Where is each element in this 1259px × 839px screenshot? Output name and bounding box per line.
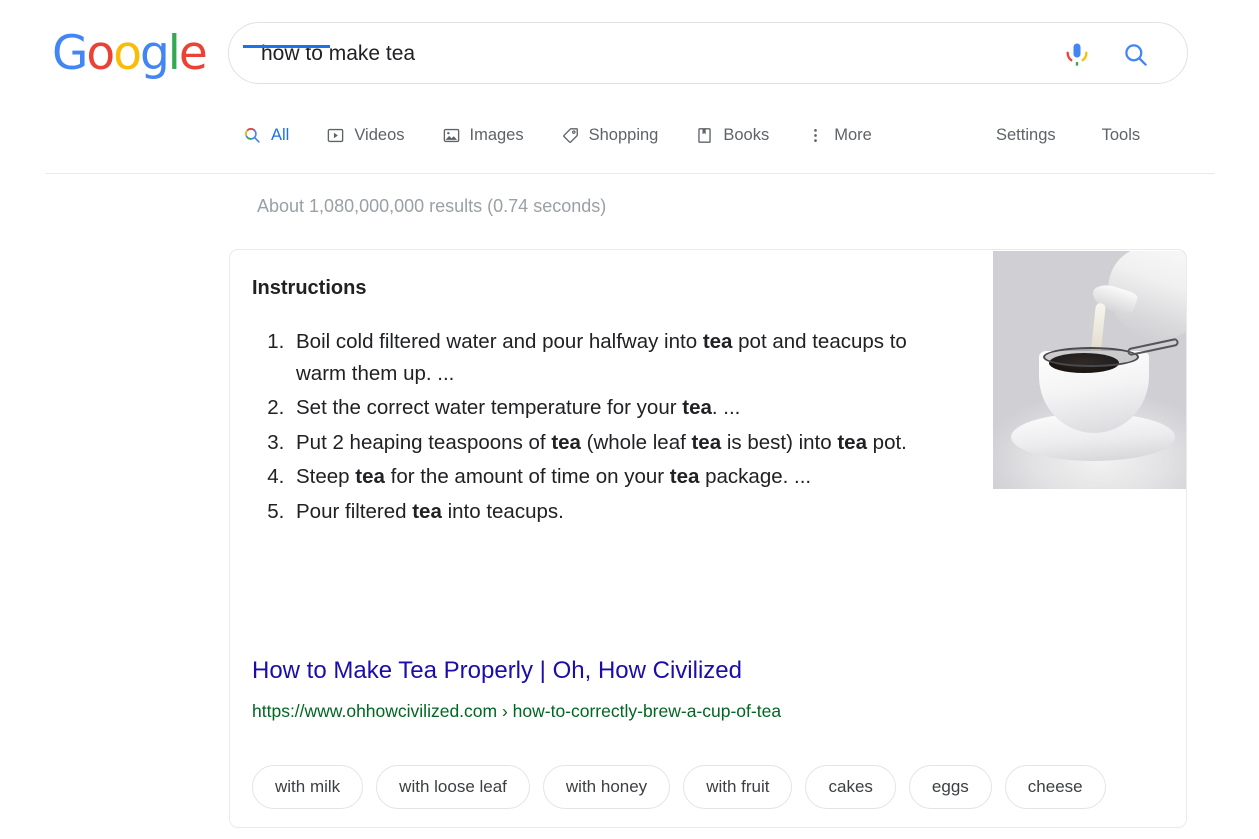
instruction-step: Boil cold filtered water and pour halfwa… xyxy=(290,326,952,389)
book-icon xyxy=(695,126,714,145)
logo-letter-1: o xyxy=(86,26,115,81)
instruction-step: Put 2 heaping teaspoons of tea (whole le… xyxy=(290,427,952,459)
nav-tab-images[interactable]: Images xyxy=(442,118,524,152)
refinement-chip[interactable]: cakes xyxy=(805,765,896,809)
search-box[interactable]: how to make tea xyxy=(228,22,1188,84)
step-text: for the amount of time on your xyxy=(384,465,670,488)
logo-letter-4: l xyxy=(167,26,181,81)
nav-tab-more[interactable]: More xyxy=(806,118,872,152)
result-link-url[interactable]: https://www.ohhowcivilized.com › how-to-… xyxy=(252,701,781,722)
instruction-step: Pour filtered tea into teacups. xyxy=(290,496,952,528)
nav-tab-all[interactable]: All xyxy=(243,118,289,152)
instruction-step: Set the correct water temperature for yo… xyxy=(290,392,952,424)
result-link-title[interactable]: How to Make Tea Properly | Oh, How Civil… xyxy=(252,657,742,685)
nav-tab-books[interactable]: Books xyxy=(695,118,769,152)
step-text: (whole leaf xyxy=(580,430,692,454)
highlighted-term: tea xyxy=(551,430,581,454)
refinement-chip[interactable]: with honey xyxy=(542,765,671,809)
instruction-step: Steep tea for the amount of time on your… xyxy=(290,461,952,493)
logo-letter-2: o xyxy=(113,26,142,81)
logo-letter-3: g xyxy=(139,26,170,81)
refinement-chips: with milk with loose leaf with honey with f… xyxy=(252,765,1106,809)
step-text: into teacups. xyxy=(441,499,564,523)
refinement-chip[interactable]: cheese xyxy=(1004,765,1106,809)
highlighted-term: tea xyxy=(355,465,385,488)
search-nav-bar: All Videos Images Shopping Books More Setting… xyxy=(0,118,1259,174)
nav-tab-label: Books xyxy=(723,125,770,144)
nav-settings-button[interactable]: Settings xyxy=(996,126,1056,145)
nav-tab-label: Videos xyxy=(354,125,405,144)
step-text: Put 2 heaping teaspoons of xyxy=(296,430,552,454)
page-header: Google how to make tea xyxy=(0,0,1259,110)
step-text: Pour filtered xyxy=(296,499,413,523)
image-icon xyxy=(442,126,461,145)
search-input[interactable]: how to make tea xyxy=(261,23,415,85)
nav-tools: Settings Tools xyxy=(996,118,1186,152)
nav-tab-label: Shopping xyxy=(588,125,659,144)
search-icon xyxy=(243,126,262,145)
step-text: package. ... xyxy=(699,465,812,488)
step-text: pot. xyxy=(866,430,907,454)
search-submit-icon[interactable] xyxy=(1122,41,1149,68)
nav-tabs: All Videos Images Shopping Books More xyxy=(243,118,909,164)
featured-snippet-card: Instructions Boil cold filtered water an… xyxy=(229,249,1187,828)
highlighted-term: tea xyxy=(669,465,700,488)
teapot-pouring-tea-into-teacup-photo xyxy=(993,251,1186,489)
refinement-chip[interactable]: with loose leaf xyxy=(376,765,530,809)
nav-tab-shopping[interactable]: Shopping xyxy=(561,118,659,152)
instruction-steps-list: Boil cold filtered water and pour halfwa… xyxy=(252,326,952,530)
microphone-icon[interactable] xyxy=(1063,40,1091,68)
highlighted-term: tea xyxy=(691,430,722,454)
highlighted-term: tea xyxy=(682,396,712,419)
highlighted-term: tea xyxy=(702,330,733,353)
highlighted-term: tea xyxy=(837,430,867,454)
more-vert-icon xyxy=(806,126,825,145)
step-text: . ... xyxy=(711,396,741,419)
nav-tab-label: More xyxy=(834,125,872,144)
nav-divider xyxy=(45,173,1215,174)
google-search-results-page: Google how to make tea All Videos Images Sh… xyxy=(0,0,1259,839)
step-text: is best) into xyxy=(721,430,838,454)
step-text: Boil cold filtered water and pour halfwa… xyxy=(296,330,703,353)
result-stats: About 1,080,000,000 results (0.74 second… xyxy=(257,196,607,216)
nav-tab-videos[interactable]: Videos xyxy=(326,118,405,152)
google-logo[interactable]: Google xyxy=(52,26,208,81)
tea-strainer-shape xyxy=(1043,347,1139,367)
highlighted-term: tea xyxy=(412,499,442,523)
step-text: Set the correct water temperature for yo… xyxy=(296,396,683,419)
nav-tab-label: Images xyxy=(469,125,524,144)
active-tab-underline xyxy=(243,45,330,48)
refinement-chip[interactable]: with fruit xyxy=(683,765,793,809)
step-text: Steep xyxy=(296,465,356,488)
tag-icon xyxy=(561,126,580,145)
video-icon xyxy=(326,126,345,145)
refinement-chip[interactable]: eggs xyxy=(908,765,992,809)
logo-letter-0: G xyxy=(52,26,88,81)
snippet-heading: Instructions xyxy=(252,277,367,299)
strainer-handle-shape xyxy=(1126,337,1180,357)
nav-tools-button[interactable]: Tools xyxy=(1102,126,1141,145)
logo-letter-5: e xyxy=(178,26,208,81)
refinement-chip[interactable]: with milk xyxy=(252,765,364,809)
nav-tab-label: All xyxy=(271,125,290,144)
